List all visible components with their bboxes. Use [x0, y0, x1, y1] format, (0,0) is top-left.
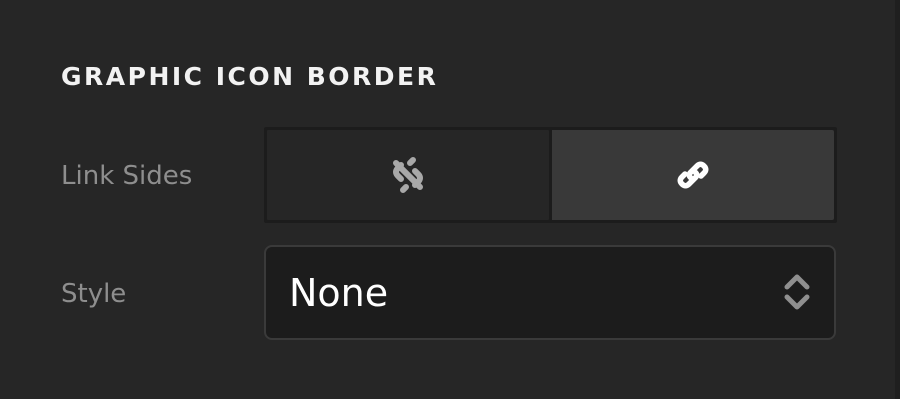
unlink-icon: [388, 155, 428, 195]
style-select[interactable]: None: [264, 245, 836, 340]
link-icon: [673, 155, 713, 195]
panel-right-edge: [895, 0, 900, 399]
link-sides-button[interactable]: [552, 130, 834, 220]
up-down-arrows-icon: [782, 272, 812, 316]
style-select-value: None: [289, 271, 389, 315]
link-sides-label: Link Sides: [61, 161, 193, 191]
unlink-sides-button[interactable]: [267, 130, 549, 220]
section-title: GRAPHIC ICON BORDER: [61, 62, 439, 91]
link-sides-toggle-group: [264, 127, 837, 223]
graphic-icon-border-panel: GRAPHIC ICON BORDER Link Sides Style Non…: [0, 0, 900, 399]
style-label: Style: [61, 279, 127, 309]
